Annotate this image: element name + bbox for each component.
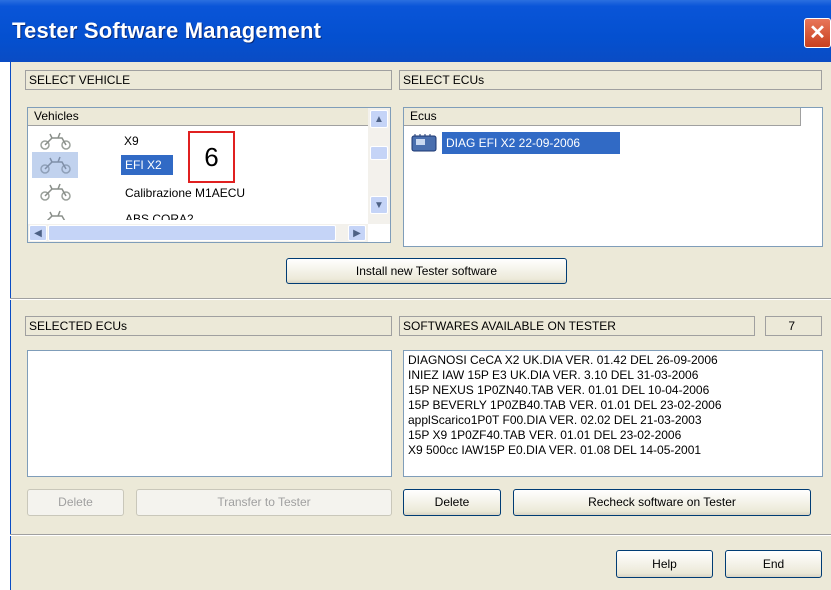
list-item[interactable]: Calibrazione M1AECU	[28, 180, 368, 204]
select-vehicle-header: SELECT VEHICLE	[25, 70, 392, 90]
window-title: Tester Software Management	[12, 18, 322, 43]
ecu-label: DIAG EFI X2 22-09-2006	[446, 136, 581, 150]
list-item[interactable]: DIAG EFI X2 22-09-2006	[408, 130, 620, 158]
vehicle-label: X9	[124, 134, 139, 148]
scroll-up-icon[interactable]: ▲	[370, 110, 388, 128]
install-new-tester-software-button[interactable]: Install new Tester software	[286, 258, 567, 284]
software-item[interactable]: X9 500cc IAW15P E0.DIA VER. 01.08 DEL 14…	[408, 443, 818, 458]
selected-ecus-list[interactable]	[27, 350, 392, 477]
scroll-left-icon[interactable]: ◀	[29, 225, 47, 241]
scroll-thumb-horizontal[interactable]	[48, 225, 336, 241]
separator	[10, 298, 831, 300]
software-item[interactable]: 15P X9 1P0ZF40.TAB VER. 01.01 DEL 23-02-…	[408, 428, 818, 443]
close-button[interactable]: ✕	[804, 18, 831, 48]
software-item[interactable]: INIEZ IAW 15P E3 UK.DIA VER. 3.10 DEL 31…	[408, 368, 818, 383]
motorcycle-icon	[40, 132, 71, 150]
close-icon: ✕	[809, 22, 826, 44]
motorcycle-icon	[40, 156, 71, 174]
softwares-count: 7	[765, 316, 822, 336]
motorcycle-icon	[46, 210, 66, 220]
ecu-chip-icon	[411, 134, 437, 152]
vehicle-label: ABS CORA2	[125, 212, 194, 220]
scroll-thumb[interactable]	[370, 146, 388, 160]
softwares-list[interactable]: DIAGNOSI CeCA X2 UK.DIA VER. 01.42 DEL 2…	[403, 350, 823, 477]
transfer-to-tester-button[interactable]: Transfer to Tester	[136, 489, 392, 516]
help-button[interactable]: Help	[616, 550, 713, 578]
software-item[interactable]: 15P NEXUS 1P0ZN40.TAB VER. 01.01 DEL 10-…	[408, 383, 818, 398]
softwares-header: SOFTWARES AVAILABLE ON TESTER	[399, 316, 755, 336]
recheck-software-button[interactable]: Recheck software on Tester	[513, 489, 811, 516]
annotation-number: 6	[188, 131, 235, 183]
delete-software-button[interactable]: Delete	[403, 489, 501, 516]
software-item[interactable]: applScarico1P0T F00.DIA VER. 02.02 DEL 2…	[408, 413, 818, 428]
motorcycle-icon	[40, 183, 71, 201]
software-item[interactable]: 15P BEVERLY 1P0ZB40.TAB VER. 01.01 DEL 2…	[408, 398, 818, 413]
software-item[interactable]: DIAGNOSI CeCA X2 UK.DIA VER. 01.42 DEL 2…	[408, 353, 818, 368]
separator	[10, 534, 831, 536]
ecu-list[interactable]: Ecus DIAG EFI X2 22-09-2006	[403, 107, 823, 247]
scroll-right-icon[interactable]: ▶	[348, 225, 366, 241]
ecus-column-header[interactable]: Ecus	[404, 108, 801, 126]
vehicle-label: EFI X2	[125, 158, 162, 172]
vehicles-column-header[interactable]: Vehicles	[28, 108, 372, 126]
selected-ecus-header: SELECTED ECUs	[25, 316, 392, 336]
list-item[interactable]: ABS CORA2	[28, 206, 368, 220]
select-ecus-header: SELECT ECUs	[399, 70, 822, 90]
delete-selected-button[interactable]: Delete	[27, 489, 124, 516]
vehicle-label: Calibrazione M1AECU	[125, 186, 246, 200]
scroll-down-icon[interactable]: ▼	[370, 196, 388, 214]
horizontal-scrollbar[interactable]: ◀ ▶	[28, 224, 368, 242]
end-button[interactable]: End	[725, 550, 822, 578]
vertical-scrollbar[interactable]: ▲ ▼	[368, 108, 390, 224]
